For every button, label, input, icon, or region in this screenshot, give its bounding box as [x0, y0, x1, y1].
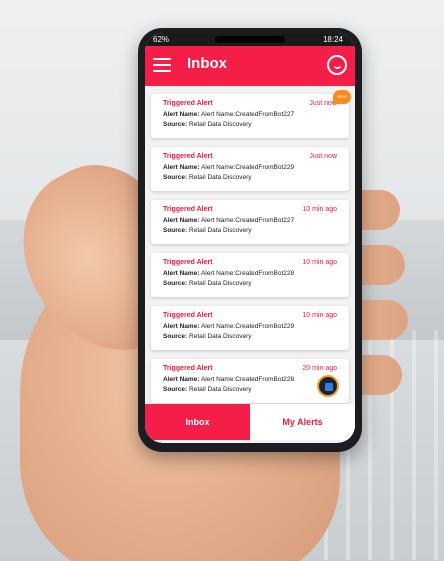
alert-source-row: Source: Retail Data Discovery [163, 121, 252, 128]
alert-title: Triggered Alert [163, 206, 213, 213]
alert-name-label: Alert Name: [163, 376, 200, 383]
alert-source-value: Retail Data Discovery [189, 386, 252, 393]
alert-source-label: Source: [163, 121, 188, 128]
alert-time: 10 min ago [302, 312, 337, 319]
alert-source-label: Source: [163, 174, 188, 181]
alert-title: Triggered Alert [163, 312, 213, 319]
alert-name-row: Alert Name: Alert Name:CreatedFromBot227 [163, 217, 294, 224]
alert-source-value: Retail Data Discovery [189, 227, 252, 234]
alert-card[interactable]: Triggered Alert Just now Alert Name: Ale… [151, 147, 349, 191]
alert-time: 10 min ago [302, 259, 337, 266]
bottom-tab-bar: Inbox My Alerts [145, 404, 355, 440]
app-header: Inbox [145, 46, 355, 86]
alert-source-label: Source: [163, 280, 188, 287]
alert-card[interactable]: Triggered Alert 10 min ago Alert Name: A… [151, 200, 349, 244]
alert-source-row: Source: Retail Data Discovery [163, 174, 252, 181]
alert-source-label: Source: [163, 386, 188, 393]
status-time: 18:24 [322, 35, 343, 44]
alert-source-row: Source: Retail Data Discovery [163, 280, 252, 287]
battery-level: 62% [153, 35, 170, 44]
alert-name-label: Alert Name: [163, 270, 200, 277]
alert-title: Triggered Alert [163, 365, 213, 372]
tab-inbox[interactable]: Inbox [145, 404, 250, 440]
alert-card[interactable]: Triggered Alert Just now Alert Name: Ale… [151, 90, 351, 138]
alert-source-row: Source: Retail Data Discovery [163, 386, 252, 393]
alert-source-row: Source: Retail Data Discovery [163, 333, 252, 340]
alert-name-value: Alert Name:CreatedFromBot228 [200, 376, 295, 383]
alert-source-label: Source: [163, 227, 188, 234]
tab-my-alerts[interactable]: My Alerts [250, 404, 355, 440]
alert-name-value: Alert Name:CreatedFromBot229 [200, 164, 295, 171]
page-title: Inbox [187, 55, 227, 72]
menu-icon[interactable] [153, 58, 171, 72]
alert-name-value: Alert Name:CreatedFromBot228 [200, 270, 295, 277]
alert-source-label: Source: [163, 333, 188, 340]
alert-source-value: Retail Data Discovery [189, 333, 252, 340]
alert-name-label: Alert Name: [163, 217, 200, 224]
phone-screen: 62% 18:24 Inbox Triggered Alert Just now… [145, 33, 355, 443]
alert-title: Triggered Alert [163, 153, 213, 160]
alert-name-row: Alert Name: Alert Name:CreatedFromBot228 [163, 270, 294, 277]
alert-name-row: Alert Name: Alert Name:CreatedFromBot229 [163, 323, 294, 330]
alert-name-row: Alert Name: Alert Name:CreatedFromBot227 [163, 111, 294, 118]
alert-name-label: Alert Name: [163, 111, 200, 118]
alert-source-value: Retail Data Discovery [189, 174, 252, 181]
new-badge: NEW [333, 90, 351, 104]
alert-card[interactable]: Triggered Alert 10 min ago Alert Name: A… [151, 253, 349, 297]
alert-name-value: Alert Name:CreatedFromBot227 [200, 111, 295, 118]
chat-icon[interactable] [327, 55, 347, 75]
alert-title: Triggered Alert [163, 259, 213, 266]
alert-name-row: Alert Name: Alert Name:CreatedFromBot229 [163, 164, 294, 171]
status-bar: 62% 18:24 [145, 33, 355, 46]
camera-notch [215, 36, 285, 43]
alert-name-label: Alert Name: [163, 164, 200, 171]
alert-list: Triggered Alert Just now Alert Name: Ale… [145, 86, 355, 404]
alert-name-label: Alert Name: [163, 323, 200, 330]
alert-time: Just now [309, 153, 337, 160]
alert-source-value: Retail Data Discovery [189, 280, 252, 287]
alert-title: Triggered Alert [163, 100, 213, 107]
alert-name-value: Alert Name:CreatedFromBot227 [200, 217, 295, 224]
alert-name-row: Alert Name: Alert Name:CreatedFromBot228 [163, 376, 294, 383]
alert-time: 10 min ago [302, 206, 337, 213]
bot-icon-glyph [325, 383, 333, 391]
alert-card[interactable]: Triggered Alert 10 min ago Alert Name: A… [151, 306, 349, 350]
alert-name-value: Alert Name:CreatedFromBot229 [200, 323, 295, 330]
bot-icon[interactable] [317, 375, 339, 397]
alert-source-value: Retail Data Discovery [189, 121, 252, 128]
alert-source-row: Source: Retail Data Discovery [163, 227, 252, 234]
alert-time: 20 min ago [302, 365, 337, 372]
